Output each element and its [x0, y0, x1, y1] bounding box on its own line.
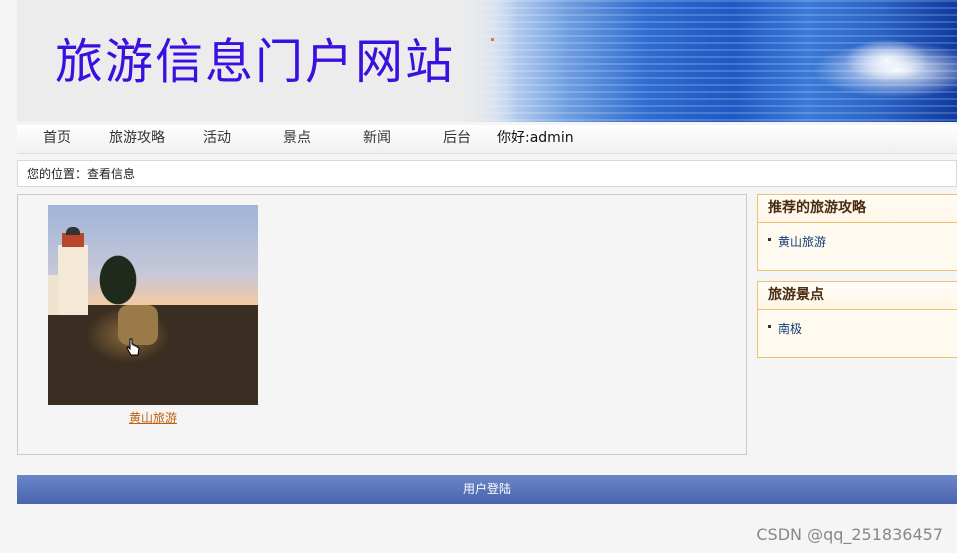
content-panel: 黄山旅游: [17, 194, 747, 455]
sidebar-recommended-title: 推荐的旅游攻略: [758, 195, 957, 223]
user-login-bar[interactable]: 用户登陆: [17, 475, 957, 504]
nav-item-guides[interactable]: 旅游攻略: [97, 125, 177, 151]
photo-lighthouse-cap: [66, 227, 80, 235]
lighthouse-photo[interactable]: [48, 205, 258, 405]
nav-item-home[interactable]: 首页: [27, 125, 87, 151]
nav-item-admin[interactable]: 后台: [427, 125, 487, 151]
header-banner: 旅游信息门户网站: [17, 0, 957, 122]
photo-trees: [88, 250, 148, 310]
bullet-icon: [768, 238, 771, 241]
sidebar-link-huangshan[interactable]: 黄山旅游: [778, 235, 826, 249]
sidebar-attractions-title: 旅游景点: [758, 282, 957, 310]
nav-item-activities[interactable]: 活动: [187, 125, 247, 151]
photo-lighthouse-tower: [58, 245, 88, 315]
main-nav: 首页 旅游攻略 活动 景点 新闻 后台 你好:admin: [17, 125, 957, 154]
watermark: CSDN @qq_251836457: [756, 525, 943, 544]
breadcrumb: 您的位置：查看信息: [17, 160, 957, 187]
sidebar-attractions: 旅游景点 南极: [757, 281, 957, 358]
site-title: 旅游信息门户网站: [55, 34, 456, 90]
photo-lighthouse-lamp: [62, 233, 84, 247]
nav-item-attractions[interactable]: 景点: [267, 125, 327, 151]
sidebar-recommended-guides: 推荐的旅游攻略 黄山旅游: [757, 194, 957, 271]
user-greeting: 你好:admin: [497, 125, 577, 151]
hand-cursor-icon: [126, 338, 140, 356]
nav-item-news[interactable]: 新闻: [347, 125, 407, 151]
sidebar-link-antarctica[interactable]: 南极: [778, 322, 802, 336]
banner-decoration: [491, 38, 494, 41]
photo-caption-link[interactable]: 黄山旅游: [48, 409, 258, 426]
bullet-icon: [768, 325, 771, 328]
banner-shine: [757, 0, 957, 122]
